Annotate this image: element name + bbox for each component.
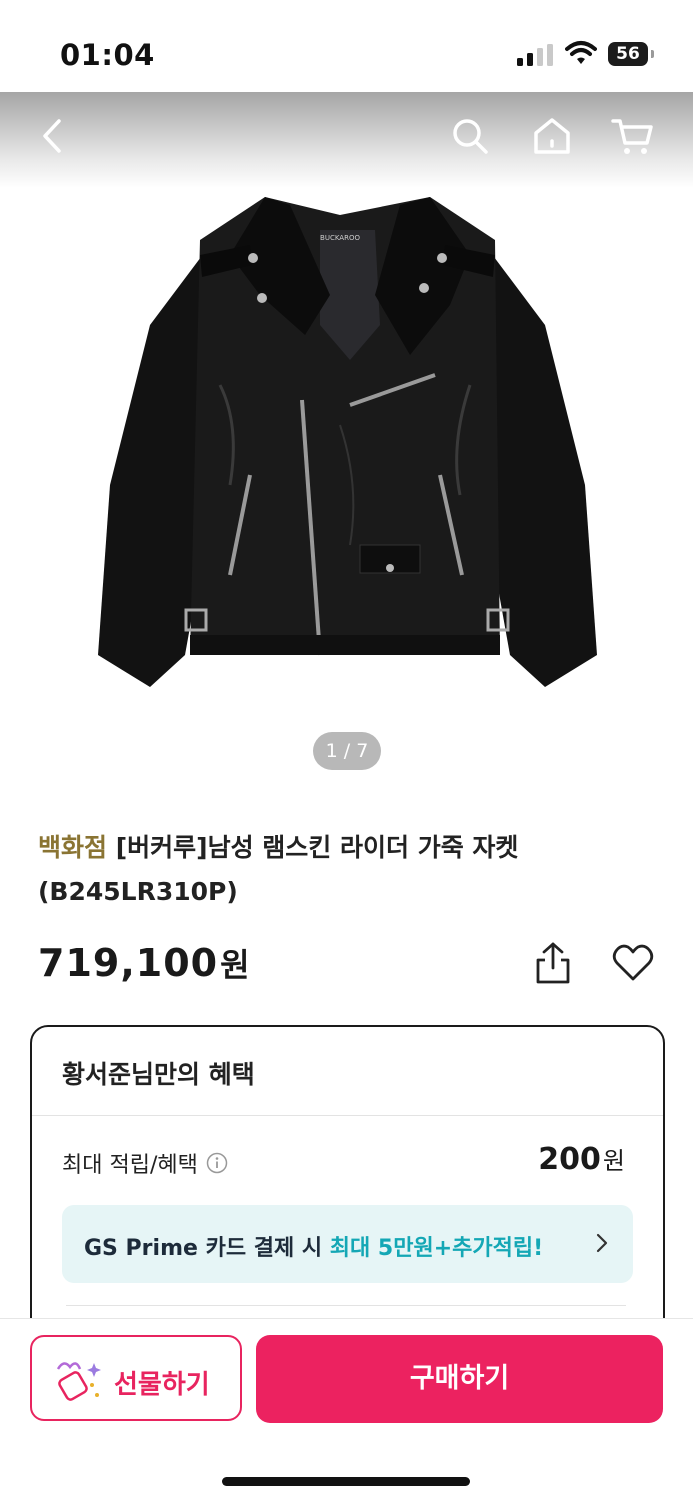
status-time: 01:04 (60, 38, 155, 72)
store-label: 백화점 (38, 833, 108, 862)
image-pager: 1 / 7 (313, 732, 381, 770)
status-bar: 01:04 56 (0, 0, 693, 92)
reward-unit: 원 (602, 1147, 625, 1175)
battery-icon: 56 (608, 42, 656, 68)
promo-prefix: GS Prime 카드 결제 시 (84, 1236, 330, 1261)
home-icon (534, 118, 570, 154)
reward-label: 최대 적립/혜택 (62, 1153, 198, 1178)
back-icon (43, 119, 61, 153)
promo-text: GS Prime 카드 결제 시 최대 5만원+추가적립! (84, 1230, 543, 1262)
cart-icon (611, 119, 653, 154)
buy-label: 구매하기 (409, 1363, 510, 1394)
bottom-action-bar: 선물하기 구매하기 (0, 1318, 693, 1501)
card-promo-banner[interactable]: GS Prime 카드 결제 시 최대 5만원+추가적립! (62, 1205, 633, 1283)
share-icon (536, 942, 570, 984)
product-image[interactable]: BUCKAROO (90, 185, 605, 695)
divider (66, 1305, 626, 1306)
price-unit: 원 (220, 946, 251, 984)
product-name: [버커루]남성 램스킨 라이더 가죽 자켓 (115, 833, 519, 862)
gift-label: 선물하기 (114, 1370, 210, 1400)
home-button[interactable] (526, 110, 578, 162)
product-price: 719,100원 (38, 940, 251, 986)
home-indicator[interactable] (222, 1477, 470, 1486)
wifi-icon (565, 41, 597, 64)
cellular-signal-icon (517, 44, 553, 66)
jacket-label: BUCKAROO (320, 234, 360, 242)
benefits-heading: 황서준님만의 혜택 (62, 1060, 255, 1089)
info-icon[interactable] (206, 1152, 228, 1174)
reward-value: 200원 (538, 1141, 625, 1177)
product-code: (B245LR310P) (38, 877, 238, 906)
back-button[interactable] (26, 110, 78, 162)
gift-button[interactable]: 선물하기 (30, 1335, 242, 1421)
promo-highlight: 최대 5만원+추가적립! (329, 1236, 544, 1261)
chevron-right-icon (596, 1233, 608, 1253)
product-title: 백화점 [버커루]남성 램스킨 라이더 가죽 자켓 (B245LR310P) (38, 826, 648, 914)
gift-icon (56, 1362, 101, 1401)
share-button[interactable] (530, 940, 576, 986)
price-value: 719,100 (38, 941, 219, 985)
top-navigation (0, 92, 693, 188)
search-icon (453, 119, 488, 154)
battery-level: 56 (608, 42, 654, 66)
buy-button[interactable]: 구매하기 (256, 1335, 663, 1423)
reward-amount: 200 (538, 1142, 601, 1177)
wishlist-button[interactable] (610, 940, 656, 986)
divider (32, 1115, 663, 1116)
cart-button[interactable] (606, 110, 658, 162)
heart-icon (612, 944, 654, 981)
reward-row: 최대 적립/혜택 (62, 1147, 228, 1179)
search-button[interactable] (444, 110, 496, 162)
